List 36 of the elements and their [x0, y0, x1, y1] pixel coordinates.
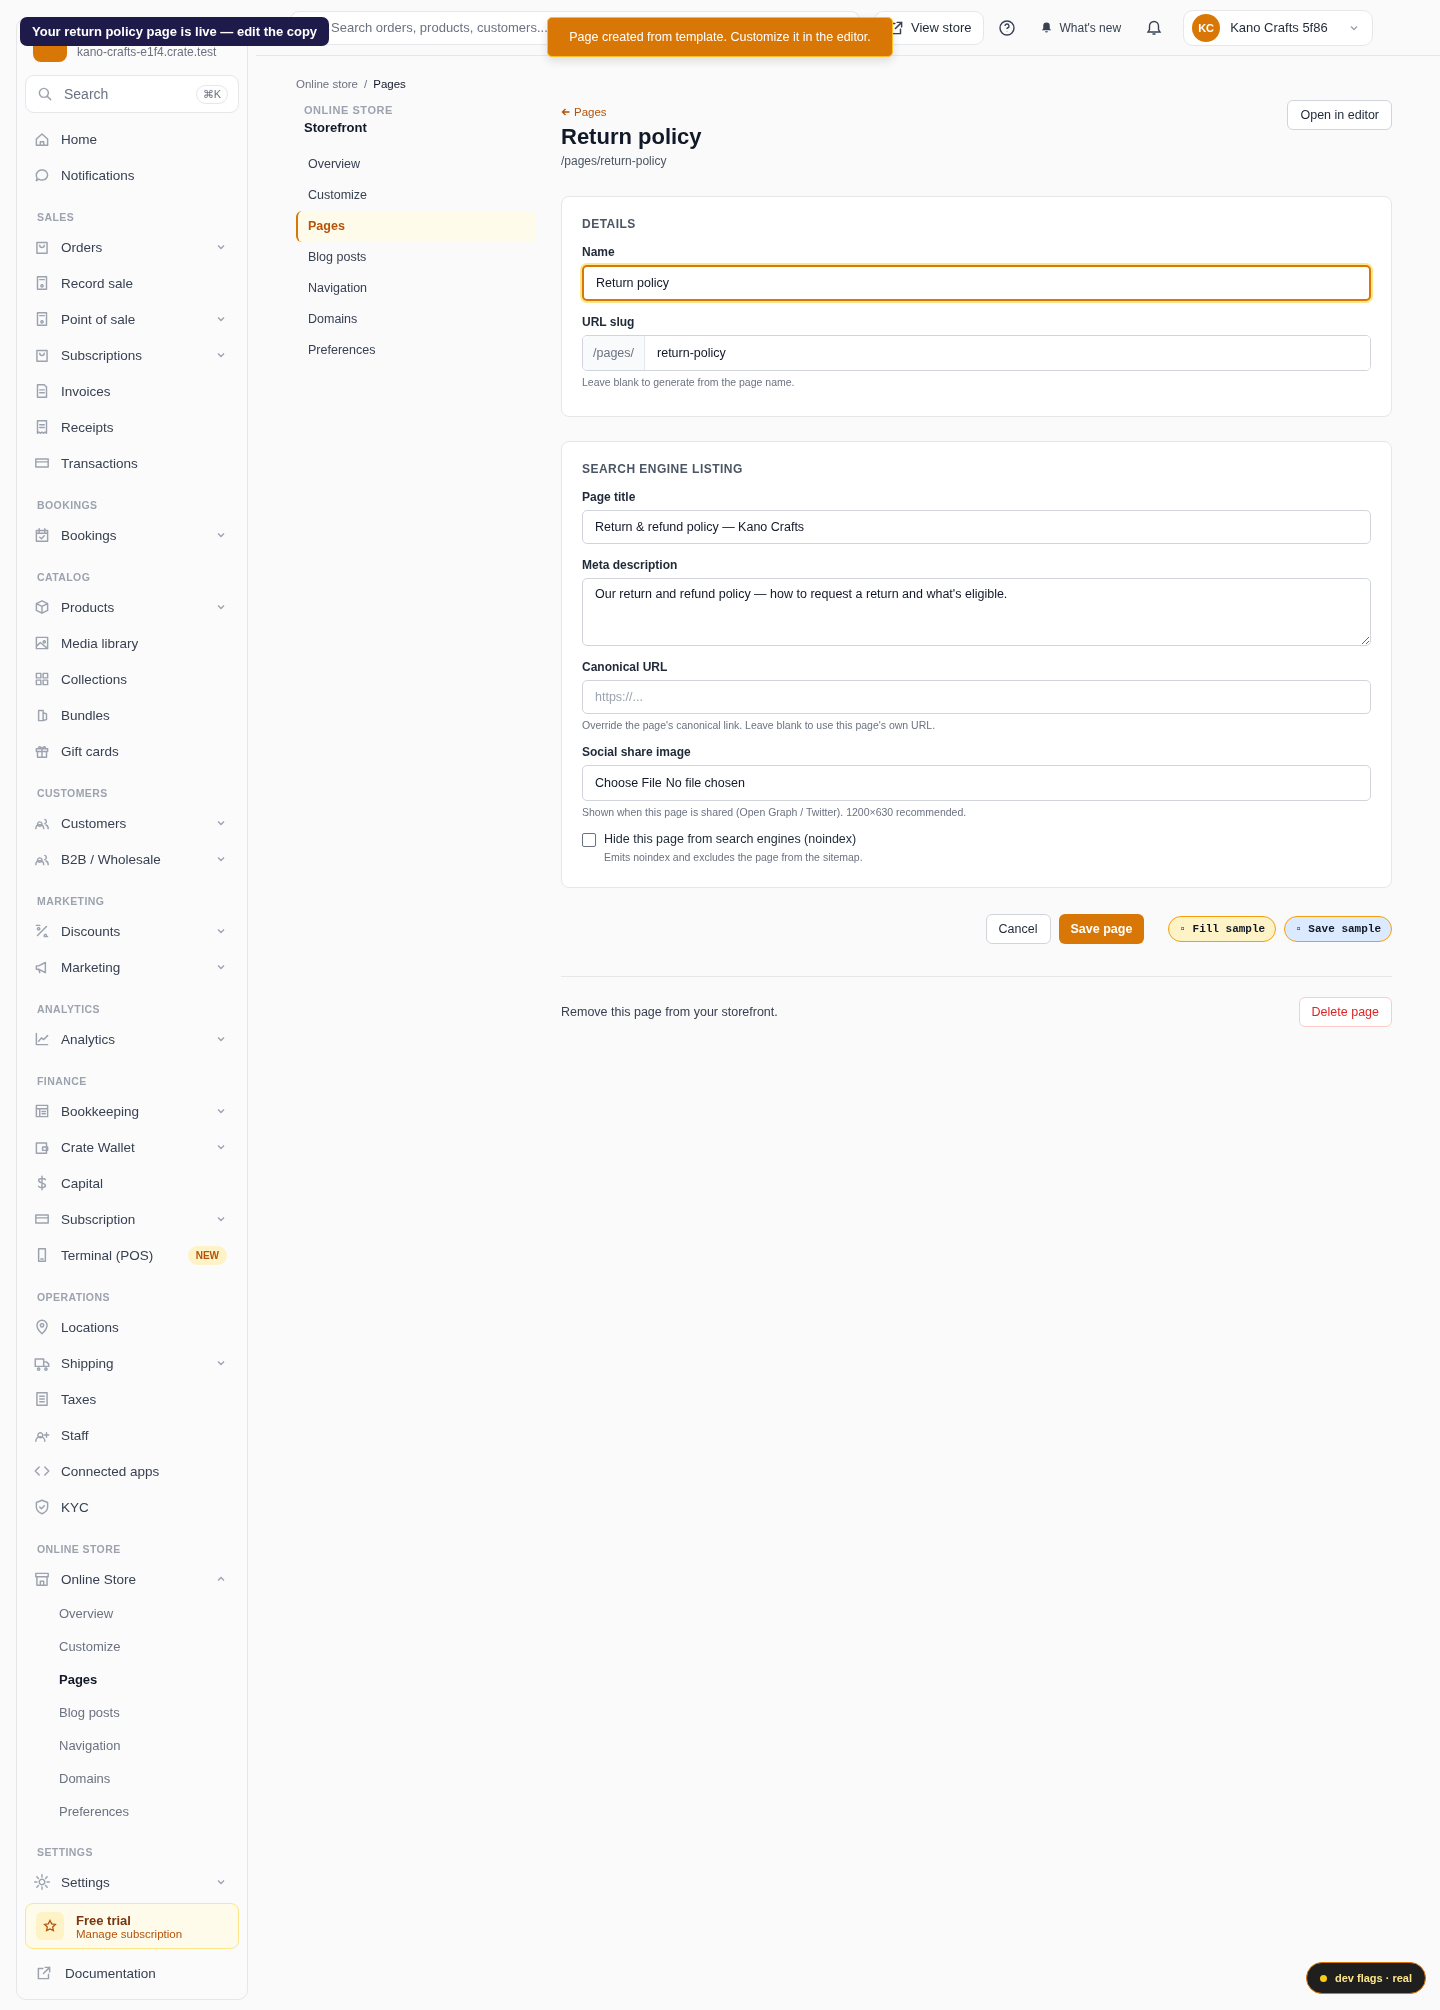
tooltip: Your return policy page is live — edit the copy	[20, 17, 330, 46]
section-eyebrow: ONLINE STORE	[303, 103, 394, 116]
breadcrumb-separator: /	[364, 78, 368, 90]
section-heading: ANALYTICS	[36, 1002, 101, 1017]
field-label: URL slug	[582, 315, 636, 329]
card-title: SEARCH ENGINE LISTING	[582, 462, 744, 476]
help-text: Shown when this page is shared (Open Graph / Twitter). 1200×630 recommended.	[582, 806, 968, 818]
section-heading: FINANCE	[36, 1074, 88, 1089]
section-heading: SETTINGS	[36, 1845, 94, 1860]
section-title: Storefront	[303, 119, 368, 137]
help-text: Emits noindex and excludes the page from the sitemap.	[604, 851, 863, 863]
section-heading: OPERATIONS	[36, 1290, 111, 1305]
section-heading: BOOKINGS	[36, 498, 99, 513]
new-badge: NEW	[187, 1245, 227, 1265]
page-title: Return policy	[561, 124, 702, 150]
page-path: /pages/return-policy	[561, 154, 668, 168]
section-heading: CUSTOMERS	[36, 786, 109, 801]
help-text: Leave blank to generate from the page name.	[582, 376, 796, 388]
field-label: Canonical URL	[582, 660, 669, 674]
trial-title: Free trial	[76, 1912, 132, 1928]
toast: Page created from template. Customize it in the editor.	[547, 17, 893, 57]
section-heading: SALES	[36, 210, 76, 225]
section-heading: CATALOG	[36, 570, 92, 585]
field-label: Social share image	[582, 745, 692, 759]
field-label: Page title	[582, 490, 637, 504]
card-title: DETAILS	[582, 217, 637, 231]
help-text: Override the page's canonical link. Leave blank to use this page's own URL.	[582, 719, 937, 731]
checkbox-label: Hide this page from search engines (noindex)	[604, 832, 858, 846]
section-heading: ONLINE STORE	[36, 1542, 122, 1557]
avatar: KC	[1192, 13, 1221, 42]
store-url: kano-crafts-e1f4.crate.test	[77, 45, 217, 59]
field-label: Meta description	[582, 558, 679, 572]
danger-text: Remove this page from your storefront.	[561, 1005, 778, 1019]
section-heading: MARKETING	[36, 894, 106, 909]
field-label: Name	[582, 245, 616, 259]
breadcrumb-item: Pages	[373, 78, 406, 90]
